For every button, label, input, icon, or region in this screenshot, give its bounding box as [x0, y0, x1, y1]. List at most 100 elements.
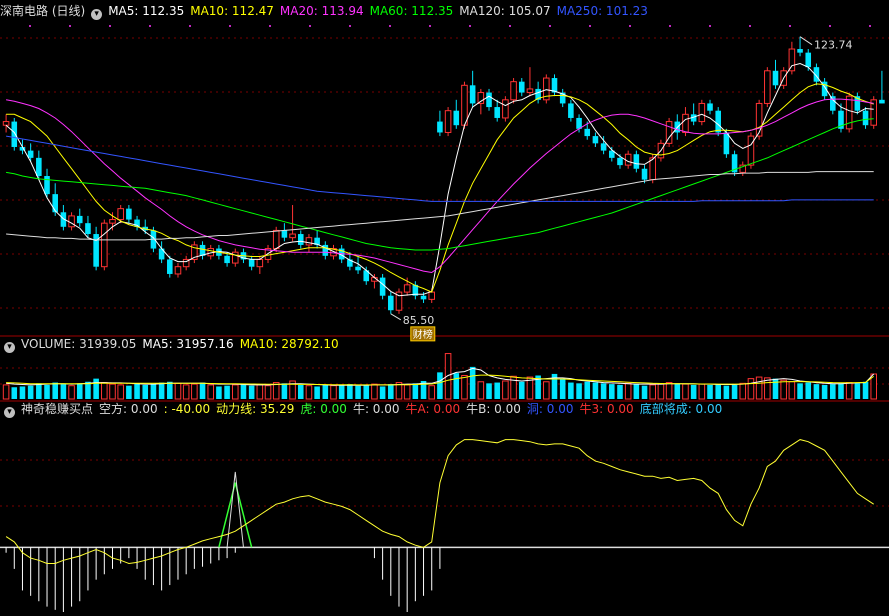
volume-bar — [330, 385, 337, 400]
candle-body — [788, 48, 796, 72]
candle-body — [461, 84, 468, 126]
indicator-panel-header: ▾ 神奇稳赚买点 空方: 0.00: -40.00 动力线: 35.29 虎: 0.00… — [0, 401, 734, 418]
high-price-label: 123.74 — [814, 39, 853, 52]
volume-bar — [576, 383, 582, 399]
volume-bar — [52, 382, 58, 399]
signal-dot — [669, 25, 671, 27]
candle-body — [444, 110, 452, 133]
candle-body — [256, 258, 264, 268]
volume-bar — [461, 375, 468, 400]
candle-body — [617, 157, 623, 166]
price-legend-item: MA10: 112.47 — [190, 4, 274, 18]
volume-bar — [600, 383, 607, 399]
volume-bar — [682, 383, 689, 400]
candle-body — [36, 157, 42, 176]
dongli-line — [5, 439, 874, 565]
candle-body — [649, 157, 657, 181]
volume-bar — [624, 382, 632, 400]
volume-bar — [649, 384, 657, 400]
indicator-legend-item: 洞: 0.00 — [526, 402, 574, 416]
volume-bar — [502, 380, 509, 400]
volume-bar — [371, 383, 378, 400]
volume-bar — [755, 376, 763, 400]
candle-body — [281, 230, 288, 238]
volume-bar — [207, 384, 215, 400]
volume-bar — [731, 384, 738, 399]
price-panel-header: 深南电路 (日线) ▾ MA5: 112.35 MA10: 112.47 MA20: 1… — [0, 3, 660, 20]
volume-bar — [633, 384, 640, 399]
volume-bar — [347, 384, 353, 399]
indicator-legend-item: 神奇稳赚买点 — [21, 402, 94, 416]
volume-bar — [216, 386, 222, 399]
stock-chart[interactable]: 123.74 85.50财榜 — [0, 0, 889, 616]
volume-bar — [657, 383, 665, 400]
volume-legend-item: MA5: 31957.16 — [142, 337, 234, 351]
volume-bar — [674, 383, 681, 399]
signal-dot — [509, 25, 511, 27]
indicator-legend-item: 底部将成: 0.00 — [639, 402, 723, 416]
candle-body — [109, 219, 116, 224]
signal-dot — [589, 25, 591, 27]
candle-body — [11, 121, 18, 147]
volume-bar — [240, 384, 247, 399]
volume-bar — [805, 382, 812, 399]
volume-bar — [68, 385, 75, 400]
volume-bar — [543, 381, 550, 400]
candle-body — [624, 153, 632, 166]
volume-bar — [854, 383, 861, 399]
candle-body — [830, 96, 836, 111]
signal-dot — [789, 25, 791, 27]
volume-bar — [862, 381, 869, 399]
volume-bar — [256, 384, 264, 400]
volume-legend-item: MA10: 28792.10 — [239, 337, 339, 351]
volume-bar — [568, 382, 574, 399]
signal-dot — [829, 25, 831, 27]
volume-bar — [297, 384, 304, 399]
candle-body — [272, 229, 280, 250]
volume-bar — [36, 383, 42, 399]
candle-body — [85, 223, 91, 235]
volume-bar — [813, 384, 820, 399]
volume-bar — [322, 384, 329, 399]
signal-dot — [549, 25, 551, 27]
chevron-down-icon[interactable]: ▾ — [91, 9, 103, 20]
candle-body — [231, 251, 239, 264]
candle-body — [764, 70, 771, 104]
candle-body — [437, 121, 443, 133]
volume-bar — [838, 383, 844, 399]
volume-bar — [403, 384, 411, 400]
chevron-down-icon[interactable]: ▾ — [4, 342, 15, 353]
candle-body — [715, 110, 721, 133]
signal-dot — [69, 25, 71, 27]
indicator-legend-item: 动力线: 35.29 — [216, 402, 295, 416]
volume-bar — [428, 385, 436, 400]
candle-body — [117, 208, 124, 221]
volume-bar — [305, 385, 313, 400]
volume-bar — [379, 386, 386, 399]
volume-bar — [109, 383, 116, 400]
indicator-legend-item: 牛B: 0.00 — [466, 402, 521, 416]
candle-body — [403, 284, 411, 293]
candle-body — [747, 135, 755, 166]
volume-bar — [134, 383, 140, 399]
candle-body — [879, 99, 885, 104]
indicator-legend-item: : -40.00 — [163, 402, 211, 416]
candle-body — [707, 103, 713, 111]
volume-bar — [248, 385, 255, 399]
candle-body — [224, 255, 230, 264]
volume-bar — [231, 384, 239, 400]
low-pointer — [390, 313, 402, 321]
price-legend-item: MA20: 113.94 — [279, 4, 364, 18]
volume-panel-header: ▾ VOLUME: 31939.05 MA5: 31957.16 MA10: 2879… — [0, 336, 351, 353]
chevron-down-icon[interactable]: ▾ — [4, 407, 15, 418]
volume-bar — [821, 384, 828, 399]
candle-body — [2, 121, 10, 126]
volume-bar — [747, 378, 755, 400]
volume-bar — [830, 384, 836, 399]
price-legend-item: MA60: 112.35 — [369, 4, 454, 18]
volume-bar — [715, 384, 721, 399]
volume-bar — [780, 379, 787, 400]
signal-dot — [629, 25, 631, 27]
candle-body — [698, 102, 706, 123]
candle-body — [486, 92, 492, 108]
